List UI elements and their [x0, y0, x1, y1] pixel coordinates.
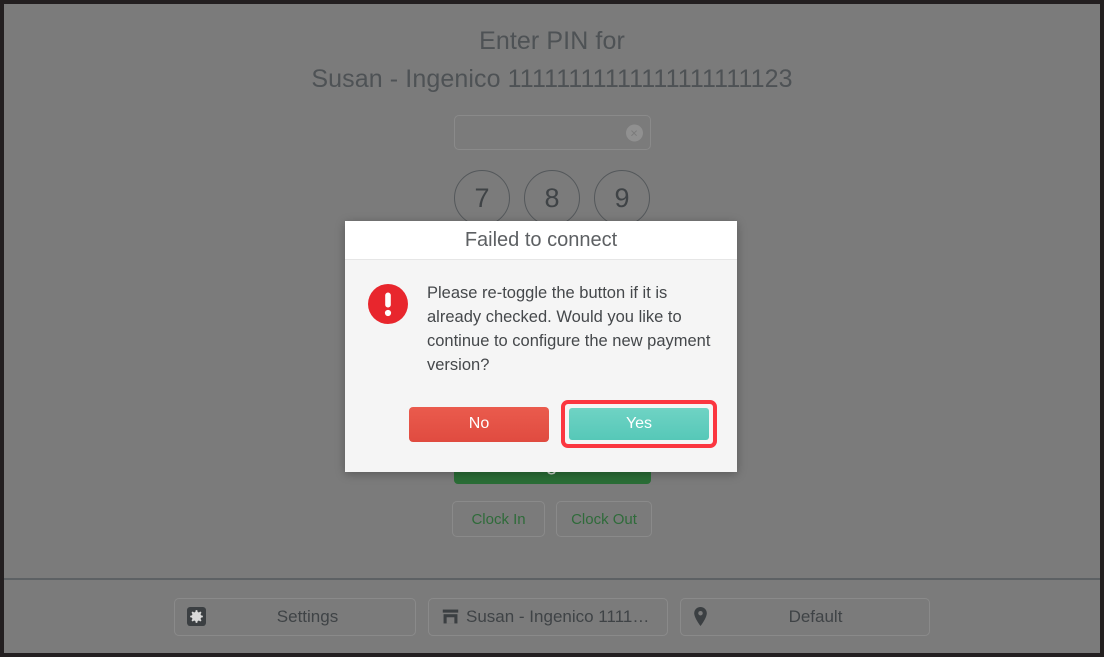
- clock-in-button[interactable]: Clock In: [452, 501, 546, 537]
- keypad-key-7[interactable]: 7: [454, 170, 510, 226]
- page-title: Enter PIN for: [479, 27, 625, 55]
- bottom-bar: Settings Susan - Ingenico 1111… Default: [4, 580, 1100, 653]
- terminal-selector-label: Susan - Ingenico 1111…: [466, 606, 650, 626]
- dialog-header: Failed to connect: [345, 221, 737, 260]
- failed-to-connect-dialog: Failed to connect Please re-toggle the b…: [345, 221, 737, 472]
- location-selector-button[interactable]: Default: [680, 597, 930, 636]
- gear-icon: [187, 607, 206, 626]
- keypad-key-8[interactable]: 8: [524, 170, 580, 226]
- terminal-selector-button[interactable]: Susan - Ingenico 1111…: [428, 597, 668, 636]
- dialog-body: Please re-toggle the button if it is alr…: [345, 260, 737, 377]
- clear-circle-icon[interactable]: ×: [625, 124, 643, 141]
- yes-button-highlight-ring: Yes: [561, 400, 717, 448]
- keypad-key-9[interactable]: 9: [594, 170, 650, 226]
- dialog-no-button[interactable]: No: [409, 406, 549, 442]
- dialog-message: Please re-toggle the button if it is alr…: [427, 284, 711, 374]
- app-screen: Enter PIN for Susan - Ingenico 111111111…: [0, 0, 1104, 657]
- clock-out-button[interactable]: Clock Out: [556, 501, 652, 537]
- dialog-title: Failed to connect: [464, 228, 618, 251]
- dialog-actions: No Yes: [345, 377, 737, 472]
- page-subtitle: Susan - Ingenico 11111111111111111111123: [311, 65, 793, 93]
- pin-input-wrapper: ×: [453, 115, 651, 150]
- error-exclamation-icon: [367, 283, 409, 325]
- settings-button-label: Settings: [276, 606, 339, 626]
- settings-button[interactable]: Settings: [174, 597, 416, 636]
- clock-button-row: Clock In Clock Out: [452, 501, 652, 537]
- location-selector-label: Default: [788, 606, 843, 626]
- pin-input[interactable]: [453, 115, 651, 150]
- store-icon: [441, 608, 460, 625]
- dialog-yes-button[interactable]: Yes: [569, 408, 709, 440]
- location-pin-icon: [693, 607, 708, 626]
- pin-keypad: 7 8 9: [454, 170, 650, 226]
